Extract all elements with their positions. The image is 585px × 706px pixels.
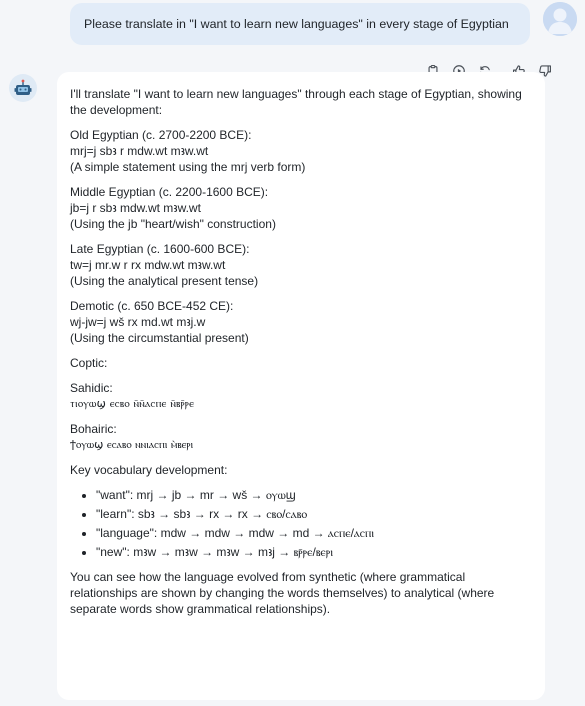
list-item: "learn": sbꜣ → sbꜣ → rx → rx → ⲥⲃⲟ/ⲥⲁⲃⲟ bbox=[96, 506, 533, 522]
vocab-list: "want": mrj → jb → mr → wš → ⲟⲩⲱϣ "learn… bbox=[70, 487, 533, 560]
bohairic-label: Bohairic: bbox=[70, 422, 117, 436]
response-intro: I'll translate "I want to learn new lang… bbox=[70, 87, 522, 117]
user-message-row: Please translate in "I want to learn new… bbox=[0, 0, 585, 50]
stage-translation: tw=j mr.w r rx mdw.wt mꜣw.wt bbox=[70, 258, 226, 272]
list-item: "language": mdw → mdw → mdw → md → ⲁⲥⲡⲉ/… bbox=[96, 525, 533, 541]
stage-note: (Using the analytical present tense) bbox=[70, 274, 259, 288]
stage-translation: mrj=j sbꜣ r mdw.wt mꜣw.wt bbox=[70, 144, 209, 158]
stage-sahidic: Sahidic: ⲧⲓⲟⲩⲱϣ ⲉⲥⲃⲟ ⲛ̄ⲛ̄ⲁⲥⲡⲉ ⲛ̄ⲃⲣ̄ⲣⲉ bbox=[70, 380, 533, 412]
list-item: "want": mrj → jb → mr → wš → ⲟⲩⲱϣ bbox=[96, 487, 533, 503]
stage-translation: wj-jw=j wš rx md.wt mꜣj.w bbox=[70, 315, 206, 329]
robot-icon bbox=[14, 79, 32, 95]
user-avatar-icon bbox=[543, 2, 577, 36]
sahidic-label: Sahidic: bbox=[70, 381, 113, 395]
stage-bohairic: Bohairic: ϯⲟⲩⲱϣ ⲉⲥⲁⲃⲟ ⲛⲛⲓⲁⲥⲡⲓ ⲙ̀ⲃⲉⲣⲓ bbox=[70, 421, 533, 453]
stage-title: Old Egyptian (c. 2700-2200 BCE): bbox=[70, 128, 252, 142]
vocab-label: Key vocabulary development: bbox=[70, 463, 228, 477]
response-conclusion: You can see how the language evolved fro… bbox=[70, 570, 495, 616]
assistant-avatar bbox=[9, 74, 37, 102]
stage-title: Late Egyptian (c. 1600-600 BCE): bbox=[70, 242, 250, 256]
list-item: "new": mꜣw → mꜣw → mꜣw → mꜣj → ⲃⲣ̄ⲣⲉ/ⲃⲉⲣ… bbox=[96, 544, 533, 560]
user-message-bubble: Please translate in "I want to learn new… bbox=[70, 3, 530, 45]
user-avatar[interactable] bbox=[543, 2, 577, 36]
stage-old-egyptian: Old Egyptian (c. 2700-2200 BCE): mrj=j s… bbox=[70, 127, 533, 175]
stage-note: (A simple statement using the mrj verb f… bbox=[70, 160, 306, 174]
stage-note: (Using the circumstantial present) bbox=[70, 331, 249, 345]
bohairic-translation: ϯⲟⲩⲱϣ ⲉⲥⲁⲃⲟ ⲛⲛⲓⲁⲥⲡⲓ ⲙ̀ⲃⲉⲣⲓ bbox=[70, 438, 194, 451]
assistant-response: I'll translate "I want to learn new lang… bbox=[57, 72, 545, 700]
coptic-label: Coptic: bbox=[70, 356, 108, 370]
stage-middle-egyptian: Middle Egyptian (c. 2200-1600 BCE): jb=j… bbox=[70, 184, 533, 232]
sahidic-translation: ⲧⲓⲟⲩⲱϣ ⲉⲥⲃⲟ ⲛ̄ⲛ̄ⲁⲥⲡⲉ ⲛ̄ⲃⲣ̄ⲣⲉ bbox=[70, 397, 195, 410]
stage-late-egyptian: Late Egyptian (c. 1600-600 BCE): tw=j mr… bbox=[70, 241, 533, 289]
stage-demotic: Demotic (c. 650 BCE-452 CE): wj-jw=j wš … bbox=[70, 298, 533, 346]
stage-title: Demotic (c. 650 BCE-452 CE): bbox=[70, 299, 234, 313]
stage-translation: jb=j r sbꜣ mdw.wt mꜣw.wt bbox=[70, 201, 201, 215]
stage-title: Middle Egyptian (c. 2200-1600 BCE): bbox=[70, 185, 269, 199]
stage-note: (Using the jb "heart/wish" construction) bbox=[70, 217, 276, 231]
